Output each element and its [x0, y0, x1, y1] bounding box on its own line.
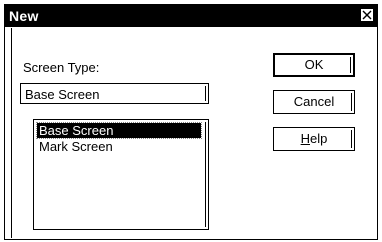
ok-button[interactable]: OK: [273, 53, 355, 77]
help-label-rest: elp: [310, 131, 328, 146]
close-icon: [361, 9, 373, 21]
dialog-frame-edge: [11, 28, 12, 238]
cancel-button[interactable]: Cancel: [273, 90, 355, 114]
title-bar[interactable]: New: [5, 5, 377, 27]
screen-type-value: Base Screen: [25, 87, 100, 102]
screen-type-label: Screen Type:: [23, 60, 100, 75]
help-mnemonic: H: [300, 131, 311, 146]
list-item-base-screen[interactable]: Base Screen: [36, 122, 202, 139]
help-button[interactable]: Help: [273, 127, 355, 151]
new-dialog: New Screen Type: Base Screen Base Screen…: [4, 4, 378, 240]
list-item-mark-screen[interactable]: Mark Screen: [37, 139, 113, 154]
dialog-title: New: [9, 8, 39, 24]
screen-type-field[interactable]: Base Screen: [20, 83, 209, 104]
close-button[interactable]: [360, 8, 374, 22]
screen-type-list[interactable]: Base Screen Mark Screen: [33, 119, 209, 230]
